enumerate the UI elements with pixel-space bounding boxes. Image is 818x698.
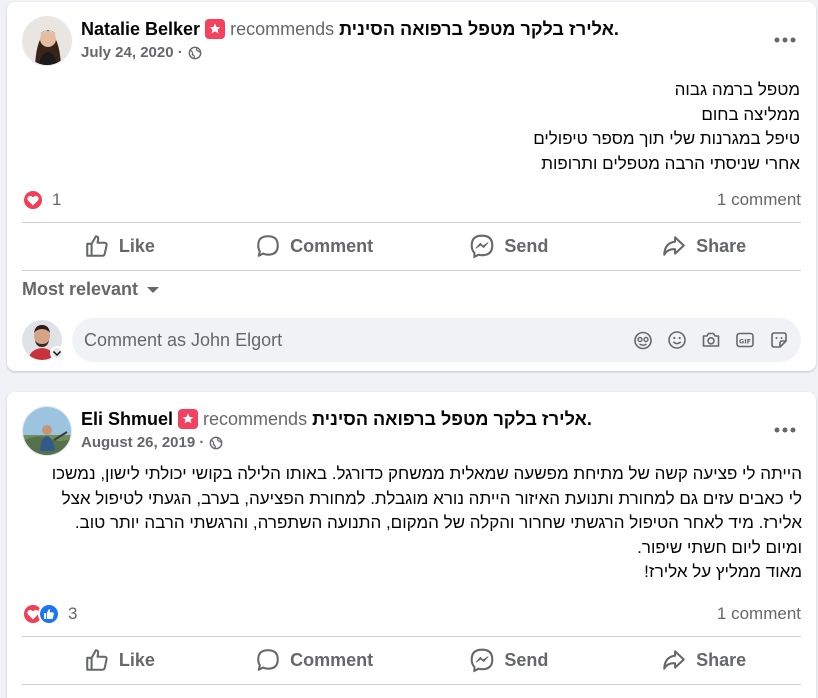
avatar-sticker-icon[interactable] <box>633 330 653 350</box>
post-header: Eli Shmuel recommends אלירז בלקר מטפל בר… <box>22 406 592 456</box>
messenger-icon <box>471 648 494 673</box>
gif-icon[interactable]: GIF <box>735 330 755 350</box>
reaction-count[interactable]: 3 <box>68 604 77 624</box>
post-text-line: מטפל ברמה גבוה <box>674 80 800 99</box>
more-options-icon[interactable] <box>770 30 800 50</box>
like-reaction-icon <box>38 603 60 625</box>
comment-count[interactable]: 1 comment <box>717 604 801 624</box>
post-header: Natalie Belker recommends אלירז בלקר מטפ… <box>22 16 619 66</box>
comment-button[interactable]: Comment <box>217 224 412 268</box>
send-label: Send <box>504 235 549 256</box>
comment-label: Comment <box>290 235 374 256</box>
divider <box>22 636 801 637</box>
recommends-label: recommends <box>203 409 308 429</box>
share-arrow-icon <box>663 650 685 670</box>
reaction-count[interactable]: 1 <box>52 190 61 210</box>
comment-label: Comment <box>290 649 374 670</box>
author-name[interactable]: Eli Shmuel <box>81 408 173 430</box>
divider <box>22 270 801 271</box>
share-button[interactable]: Share <box>606 224 801 268</box>
author-name[interactable]: Natalie Belker <box>81 18 200 40</box>
post-text-line: ומיום ליום חשתי שיפור. <box>637 537 802 557</box>
post-date[interactable]: July 24, 2020 · <box>81 44 183 61</box>
divider <box>22 684 801 685</box>
globe-icon <box>188 46 202 60</box>
comment-button[interactable]: Comment <box>217 638 412 682</box>
send-label: Send <box>504 649 549 670</box>
camera-icon[interactable] <box>701 330 721 350</box>
post-text-line: מאוד ממליץ על אלירז! <box>644 562 802 581</box>
post-card: Natalie Belker recommends אלירז בלקר מטפ… <box>7 2 816 371</box>
svg-text:GIF: GIF <box>739 337 751 345</box>
globe-icon <box>209 436 223 450</box>
love-reaction-icon <box>22 189 44 211</box>
like-button[interactable]: Like <box>22 638 217 682</box>
send-button[interactable]: Send <box>412 638 607 682</box>
page-name[interactable]: אלירז בלקר מטפל ברפואה הסינית. <box>312 408 592 430</box>
comment-bubble-icon <box>257 649 279 671</box>
post-text-line: אחרי שניסתי הרבה מטפלים ותרופות <box>541 153 800 173</box>
post-body: מטפל ברמה גבוה ממליצה בחום טיפל במגרנות … <box>40 78 800 176</box>
share-button[interactable]: Share <box>606 638 801 682</box>
post-card: Eli Shmuel recommends אלירז בלקר מטפל בר… <box>7 392 816 698</box>
recommend-badge-icon <box>205 19 226 39</box>
emoji-icon[interactable] <box>667 330 687 350</box>
reactions-summary[interactable]: 3 <box>22 603 77 625</box>
comment-count[interactable]: 1 comment <box>717 190 801 210</box>
more-options-icon[interactable] <box>770 420 800 440</box>
post-text-line: הייתה לי פציעה קשה של מתיחת מפשעה שמאלית… <box>51 464 802 483</box>
page-name[interactable]: אלירז בלקר מטפל ברפואה הסינית. <box>339 18 619 40</box>
post-date[interactable]: August 26, 2019 · <box>81 434 204 451</box>
post-stats: 3 1 comment <box>22 602 801 626</box>
comment-sort-dropdown[interactable]: Most relevant <box>22 279 160 300</box>
post-text-line: טיפל במגרנות שלי תוך מספר טיפולים <box>533 129 800 148</box>
share-arrow-icon <box>663 236 685 256</box>
share-label: Share <box>696 235 747 256</box>
send-button[interactable]: Send <box>412 224 607 268</box>
comment-input[interactable] <box>84 329 619 351</box>
reactions-summary[interactable]: 1 <box>22 189 61 211</box>
post-actions: Like Comment Send Share <box>22 224 801 268</box>
author-avatar[interactable] <box>22 16 72 66</box>
divider <box>22 222 801 223</box>
caret-down-icon <box>147 286 160 293</box>
post-text-line: אלירז. מיד לאחר הטיפול הרגשתי שחרור והקל… <box>74 513 802 532</box>
like-button[interactable]: Like <box>22 224 217 268</box>
post-body: הייתה לי פציעה קשה של מתיחת מפשעה שמאלית… <box>12 462 802 585</box>
comment-sort-label: Most relevant <box>22 279 139 299</box>
author-avatar[interactable] <box>22 406 72 456</box>
post-stats: 1 1 comment <box>22 188 801 212</box>
share-label: Share <box>696 649 747 670</box>
post-text-line: ממליצה בחום <box>701 104 800 124</box>
comment-input-box[interactable]: GIF <box>72 318 801 362</box>
comment-bubble-icon <box>257 235 279 257</box>
comment-composer: GIF <box>22 316 801 364</box>
like-label: Like <box>118 235 155 256</box>
like-label: Like <box>118 649 155 670</box>
sticker-icon[interactable] <box>769 330 789 350</box>
messenger-icon <box>471 234 494 259</box>
post-text-line: לי כאבים עזים גם למחורת ותנועת האיזור הי… <box>61 488 802 508</box>
post-actions: Like Comment Send Share <box>22 638 801 682</box>
thumbs-up-icon <box>86 235 108 257</box>
recommend-badge-icon <box>178 409 199 429</box>
recommends-label: recommends <box>230 19 335 39</box>
chevron-down-icon[interactable] <box>50 346 64 360</box>
thumbs-up-icon <box>86 649 108 671</box>
